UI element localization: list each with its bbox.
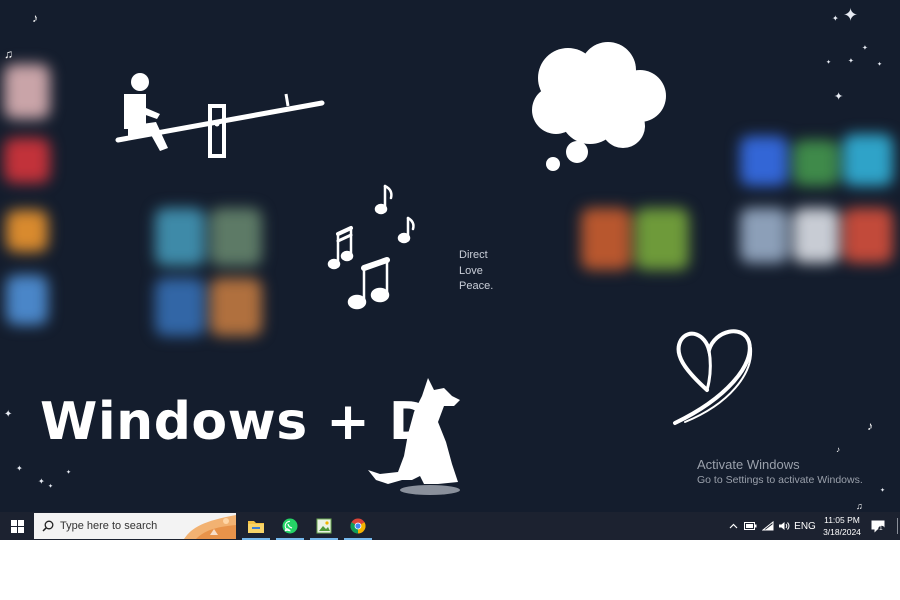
watermark-title: Activate Windows xyxy=(697,457,800,472)
active-indicator xyxy=(276,538,304,540)
image-app-icon xyxy=(316,518,332,534)
search-highlight-art-icon xyxy=(184,515,236,539)
sparkle-icon: ✦ xyxy=(843,5,859,25)
language-label: ENG xyxy=(794,520,816,532)
clock-time: 11:05 PM xyxy=(824,515,860,525)
sparkle-icon: ✦ xyxy=(862,45,868,52)
start-button[interactable] xyxy=(0,512,34,540)
sparkle-icon: ✦ xyxy=(848,58,854,65)
desktop[interactable]: Direct Love Peace. ✦ ✦ ✦ ✦ ✦ ✦ ✦ ✦ ✦ ✦ ✦… xyxy=(0,0,900,512)
sparkle-icon: ✦ xyxy=(880,488,886,494)
blurred-desktop-icons-center-left xyxy=(150,200,270,350)
blurred-desktop-icons-right xyxy=(735,130,900,275)
show-hidden-icons-button[interactable] xyxy=(726,512,740,540)
action-center-button[interactable]: 1 xyxy=(868,512,888,540)
chrome-icon xyxy=(350,518,366,534)
sparkle-icon: ✦ xyxy=(48,484,54,490)
volume-button[interactable] xyxy=(776,512,792,540)
sparkle-icon: ✦ xyxy=(826,60,832,66)
taskbar-app-whatsapp[interactable] xyxy=(274,512,306,540)
sparkle-icon: ✦ xyxy=(66,470,72,476)
heart-illustration xyxy=(673,329,753,425)
motto-line-3: Peace. xyxy=(459,280,494,292)
sparkle-icon: ✦ xyxy=(877,62,883,68)
sparkle-icon: ✦ xyxy=(38,477,45,486)
search-icon xyxy=(42,520,54,532)
music-note-icon: ♪ xyxy=(32,11,38,25)
sparkle-icon: ✦ xyxy=(832,14,839,23)
taskbar: Type here to search ENG 11:05 PM 3/18/20… xyxy=(0,512,900,540)
clock-button[interactable]: 11:05 PM 3/18/2024 xyxy=(817,513,867,540)
show-desktop-button[interactable] xyxy=(894,512,900,540)
taskbar-app-chrome[interactable] xyxy=(342,512,374,540)
shortcut-caption: Windows + D xyxy=(40,392,433,452)
music-notes-illustration xyxy=(327,184,415,310)
blurred-desktop-icons-center-right xyxy=(575,200,695,280)
active-indicator xyxy=(242,538,270,540)
windows-logo-icon xyxy=(10,519,24,533)
active-indicator xyxy=(310,538,338,540)
blurred-desktop-icons-left xyxy=(0,60,60,350)
sparkle-icon: ✦ xyxy=(834,91,844,103)
watermark-subtitle: Go to Settings to activate Windows. xyxy=(697,474,863,486)
network-button[interactable] xyxy=(760,512,776,540)
music-note-icon: ♪ xyxy=(867,419,873,433)
motto-text: Direct Love Peace. xyxy=(459,248,493,295)
sparkle-icon: ✦ xyxy=(16,464,23,473)
taskbar-app-photos[interactable] xyxy=(308,512,340,540)
clock-date: 3/18/2024 xyxy=(823,527,861,537)
motto-line-2: Love xyxy=(459,264,483,277)
notification-count: 1 xyxy=(879,525,883,532)
sparkle-icon: ✦ xyxy=(4,409,13,420)
taskbar-app-file-explorer[interactable] xyxy=(240,512,272,540)
battery-icon xyxy=(743,521,756,530)
active-indicator xyxy=(344,538,372,540)
folder-icon xyxy=(248,521,264,533)
music-note-icon: ♫ xyxy=(4,47,13,61)
speaker-icon xyxy=(779,522,790,530)
battery-button[interactable] xyxy=(742,512,758,540)
thought-cloud-illustration xyxy=(532,42,666,171)
show-desktop-divider xyxy=(896,518,898,534)
chevron-up-icon xyxy=(729,523,737,529)
motto-line-1: Direct xyxy=(459,249,488,261)
search-placeholder: Type here to search xyxy=(60,520,158,532)
seesaw-illustration xyxy=(115,73,325,158)
activate-windows-watermark: Activate Windows Go to Settings to activ… xyxy=(697,457,863,486)
whatsapp-icon xyxy=(282,518,298,534)
music-note-icon: ♪ xyxy=(836,445,840,454)
input-language-button[interactable]: ENG xyxy=(794,512,816,540)
taskbar-search-box[interactable]: Type here to search xyxy=(34,513,236,539)
wifi-icon xyxy=(762,521,774,531)
music-note-icon: ♫ xyxy=(856,501,863,511)
